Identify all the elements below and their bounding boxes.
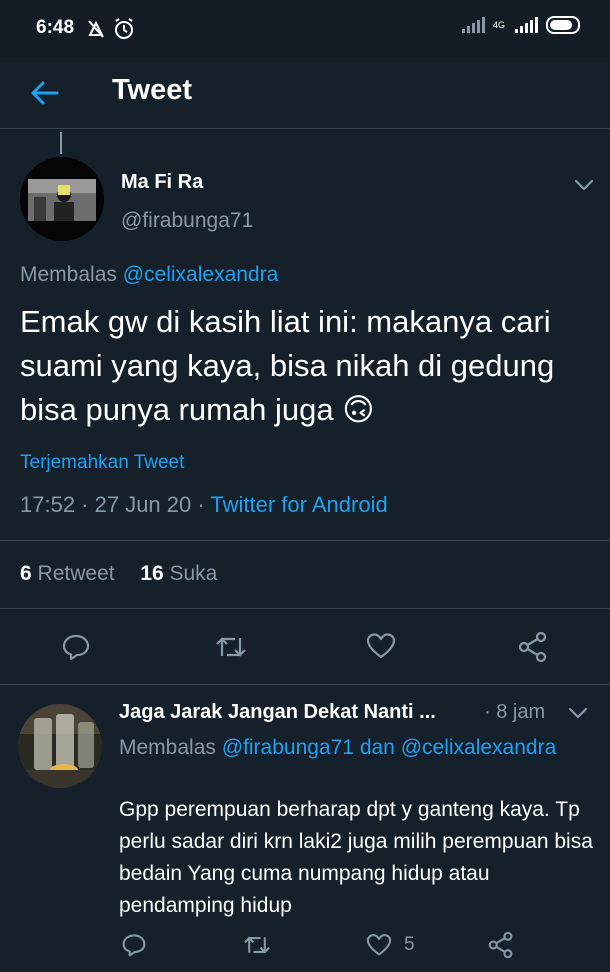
chevron-down-icon[interactable] (574, 178, 594, 192)
network-type: 4G (492, 19, 505, 30)
divider (0, 540, 610, 541)
signal-1-icon (461, 17, 485, 33)
retweet-count: 6 (20, 562, 32, 585)
tweet-timestamp: 17:52 · 27 Jun 20 · (20, 492, 211, 517)
like-icon[interactable] (366, 933, 392, 957)
reply-text: Gpp perempuan berharap dpt y ganteng kay… (119, 798, 593, 917)
retweet-label: Retweet (37, 562, 115, 585)
share-icon[interactable] (518, 631, 548, 663)
avatar[interactable] (20, 157, 104, 241)
status-right-icons: 4G (461, 16, 580, 34)
retweet-icon[interactable] (242, 932, 272, 958)
author-name[interactable]: Ma Fi Ra (121, 171, 203, 194)
avatar[interactable] (18, 704, 102, 788)
like-label: Suka (169, 562, 218, 585)
top-bar: Tweet (0, 58, 610, 129)
reply-icon[interactable] (61, 632, 91, 662)
reply-replying-prefix: Membalas (119, 736, 216, 759)
replying-to-link[interactable]: @celixalexandra (123, 263, 279, 286)
status-left-icons (86, 17, 146, 41)
signal-2-icon (515, 17, 538, 33)
tweet-meta: 17:52 · 27 Jun 20 · Twitter for Android (20, 492, 388, 518)
tweet-text: Emak gw di kasih liat ini: makanya cari … (20, 304, 555, 427)
divider (0, 608, 610, 609)
reply-like-count: 5 (404, 934, 415, 955)
reply-replying-and: dan (359, 736, 395, 759)
tweet-source[interactable]: Twitter for Android (210, 492, 387, 517)
divider (0, 684, 610, 685)
thread-line (60, 132, 62, 154)
retweet-icon[interactable] (214, 632, 248, 662)
reply-replying-link-1[interactable]: @firabunga71 (222, 736, 354, 759)
author-handle[interactable]: @firabunga71 (121, 209, 253, 233)
reply-time: · 8 jam (484, 701, 546, 723)
status-time: 6:48 (36, 17, 75, 38)
reply-icon[interactable] (121, 932, 147, 958)
chevron-down-icon[interactable] (568, 706, 588, 720)
like-count: 16 (140, 562, 164, 585)
status-bar: 6:48 4G (0, 0, 610, 58)
retweet-stat[interactable]: 6 Retweet (20, 562, 115, 585)
translate-link[interactable]: Terjemahkan Tweet (20, 452, 184, 474)
like-stat[interactable]: 16 Suka (140, 562, 217, 585)
back-arrow-icon[interactable] (28, 76, 62, 110)
reply-author-name[interactable]: Jaga Jarak Jangan Dekat Nanti ... (119, 701, 436, 724)
share-icon[interactable] (488, 931, 514, 959)
alarm-icon (88, 18, 133, 39)
replying-prefix: Membalas (20, 263, 117, 286)
like-icon[interactable] (366, 632, 396, 660)
battery-icon (546, 16, 580, 34)
replying-to: Membalas @celixalexandra (20, 263, 278, 287)
reply-replying-link-2[interactable]: @celixalexandra (401, 736, 557, 759)
reply-replying-to: Membalas @firabunga71 dan @celixalexandr… (119, 732, 589, 763)
tweet-stats: 6 Retweet 16 Suka (20, 562, 217, 586)
page-title: Tweet (112, 74, 193, 106)
